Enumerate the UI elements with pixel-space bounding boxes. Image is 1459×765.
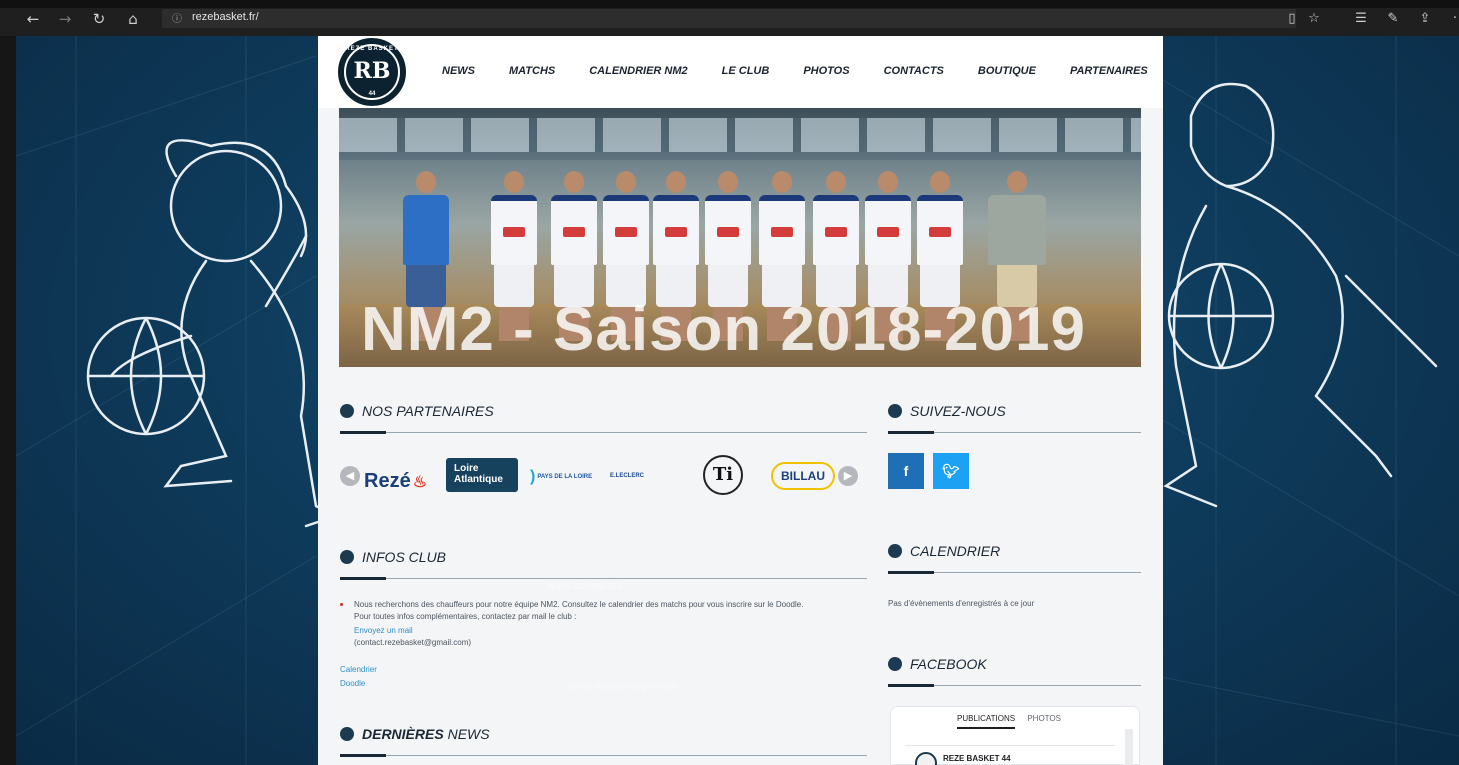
infos-divider	[340, 577, 867, 580]
partner-logo-leclerc[interactable]: E.LECLERC	[610, 473, 644, 479]
partner-logo-loire-atlantique[interactable]: Loire Atlantique	[446, 458, 518, 492]
logo-number: 44	[368, 91, 376, 97]
nav-partenaires[interactable]: PARTENAIRES	[1070, 65, 1148, 77]
facebook-heading: FACEBOOK	[888, 656, 987, 672]
gym-windows	[339, 118, 1141, 152]
pen-icon[interactable]: ✎	[1384, 9, 1402, 29]
forward-icon[interactable]: →	[54, 9, 76, 29]
twitter-icon: 🐦︎	[942, 463, 960, 479]
ghost-contact-title: NOUS CONTACTER	[548, 582, 623, 591]
back-icon[interactable]: ←	[22, 9, 44, 29]
partner-logo-ti[interactable]: Ti	[703, 455, 743, 495]
widget-scrollbar[interactable]	[1125, 729, 1133, 765]
calendrier-link[interactable]: Calendrier	[340, 665, 377, 674]
carousel-prev-icon[interactable]: ◀	[340, 466, 360, 486]
facebook-divider	[888, 684, 1141, 687]
page-name[interactable]: REZE BASKET 44	[943, 754, 1011, 763]
favorite-star-icon[interactable]: ☆	[1305, 9, 1323, 29]
girl-player-sketch	[109, 139, 340, 528]
main-nav: NEWS MATCHS CALENDRIER NM2 LE CLUB PHOTO…	[442, 65, 1163, 77]
partner-logo-reze[interactable]: Rezé ♨	[364, 470, 427, 493]
hero-team-photo: NM2 - Saison 2018-2019	[339, 108, 1141, 367]
calendar-divider	[888, 571, 1141, 574]
nav-boutique[interactable]: BOUTIQUE	[978, 65, 1036, 77]
bullet-dot	[340, 603, 343, 606]
flame-icon: ♨	[412, 474, 428, 491]
carousel-next-icon[interactable]: ▶	[838, 466, 858, 486]
infos-heading: INFOS CLUB	[340, 549, 446, 565]
nav-matchs[interactable]: MATCHS	[509, 65, 555, 77]
reading-view-icon[interactable]: ▯	[1283, 9, 1301, 29]
region-mark-icon: )	[530, 468, 536, 485]
basketball-icon	[340, 550, 354, 564]
nav-news[interactable]: NEWS	[442, 65, 475, 77]
basketball-icon	[888, 657, 902, 671]
title-strip	[0, 0, 1459, 8]
facebook-widget: PUBLICATIONS PHOTOS REZE BASKET 44	[890, 706, 1140, 765]
infos-line-2: Pour toutes infos complémentaires, conta…	[354, 612, 577, 621]
doodle-link[interactable]: Doodle	[340, 679, 365, 688]
facebook-icon: f	[903, 463, 909, 479]
site-header: REZE BASKET RB 44 NEWS MATCHS CALENDRIER…	[318, 36, 1163, 108]
logo-arc-text: REZE BASKET	[345, 46, 399, 52]
follow-divider	[888, 431, 1141, 434]
tab-publications[interactable]: PUBLICATIONS	[957, 714, 1016, 729]
content-panel: REZE BASKET RB 44 NEWS MATCHS CALENDRIER…	[318, 36, 1163, 765]
browser-toolbar: ← → ↻ ⌂ ⓘ rezebasket.fr/ ▯ ☆ ☰ ✎ ⇪ ·	[0, 0, 1459, 36]
nav-calendrier-nm2[interactable]: CALENDRIER NM2	[589, 65, 687, 77]
facebook-tabs: PUBLICATIONS PHOTOS	[957, 714, 1071, 729]
news-divider	[340, 754, 867, 757]
follow-heading: SUIVEZ-NOUS	[888, 403, 1006, 419]
info-icon[interactable]: ⓘ	[172, 10, 182, 25]
send-mail-link[interactable]: Envoyez un mail	[354, 626, 413, 635]
facebook-post: REZE BASKET 44	[905, 745, 1115, 765]
basketball-icon	[888, 404, 902, 418]
twitter-button[interactable]: 🐦︎	[933, 453, 969, 489]
partners-divider	[340, 431, 867, 434]
calendar-empty-text: Pas d'évènements d'enregistrés à ce jour	[888, 599, 1035, 608]
club-email: (contact.rezebasket@gmail.com)	[354, 638, 472, 647]
favorites-list-icon[interactable]: ☰	[1352, 9, 1370, 29]
right-ball-sketch	[1167, 262, 1275, 370]
news-heading: DERNIÈRES NEWS	[340, 726, 490, 742]
nav-contacts[interactable]: CONTACTS	[884, 65, 944, 77]
page-avatar[interactable]	[915, 752, 937, 765]
nav-photos[interactable]: PHOTOS	[803, 65, 849, 77]
basketball-icon	[340, 727, 354, 741]
address-url[interactable]: rezebasket.fr/	[192, 11, 259, 23]
tab-photos[interactable]: PHOTOS	[1027, 714, 1061, 723]
home-icon[interactable]: ⌂	[122, 9, 144, 29]
partners-heading: NOS PARTENAIRES	[340, 403, 494, 419]
ghost-contact-email: contact.rezebasket@gmail.com	[566, 682, 678, 691]
left-ball-sketch	[86, 316, 206, 436]
nav-le-club[interactable]: LE CLUB	[722, 65, 770, 77]
refresh-icon[interactable]: ↻	[88, 9, 110, 29]
infos-line-1: Nous recherchons des chauffeurs pour not…	[354, 600, 804, 609]
logo-monogram: RB	[353, 58, 391, 84]
address-bar[interactable]: ⓘ rezebasket.fr/	[162, 9, 1296, 28]
club-logo[interactable]: REZE BASKET RB 44	[338, 38, 406, 106]
facebook-button[interactable]: f	[888, 453, 924, 489]
partner-logo-billau[interactable]: BILLAU	[771, 462, 835, 490]
hero-title: NM2 - Saison 2018-2019	[361, 295, 1087, 364]
more-icon[interactable]: ·	[1446, 9, 1459, 29]
calendar-heading: CALENDRIER	[888, 543, 1000, 559]
partner-logo-pays-de-la-loire[interactable]: ) PAYS DE LA LOIRE	[530, 468, 592, 486]
share-icon[interactable]: ⇪	[1416, 9, 1434, 29]
basketball-icon	[888, 544, 902, 558]
basketball-icon	[340, 404, 354, 418]
